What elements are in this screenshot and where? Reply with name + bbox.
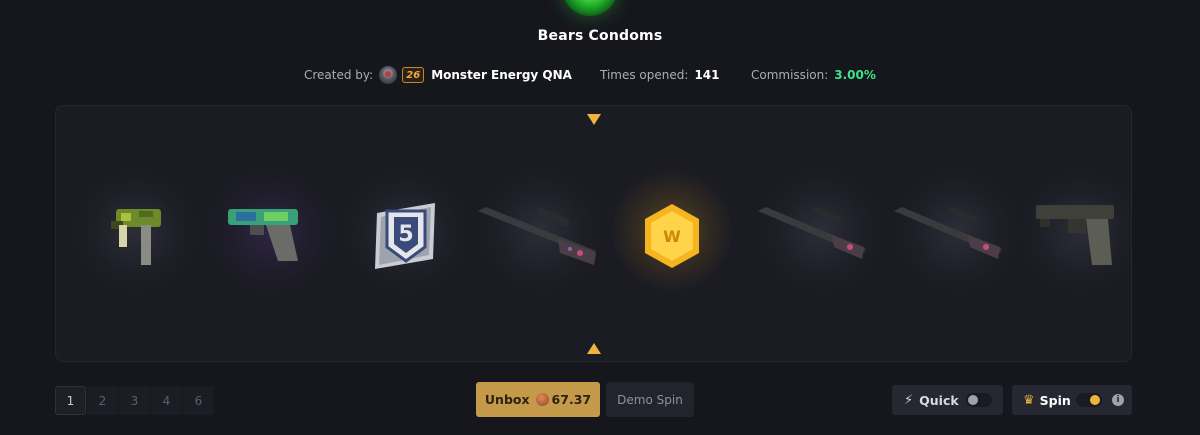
times-opened-label: Times opened:: [600, 68, 689, 82]
mac10-icon: [111, 209, 161, 265]
commission: Commission: 3.00%: [751, 66, 876, 84]
awp-icon: [894, 206, 1002, 259]
roller-item: [476, 161, 606, 301]
awp-icon: [478, 207, 596, 265]
roller-item: 5: [341, 161, 471, 301]
page-button-6[interactable]: 6: [183, 386, 214, 415]
case-title: Bears Condoms: [537, 28, 663, 44]
coin-icon: [535, 393, 549, 406]
crown-icon: ♛: [1023, 392, 1035, 408]
creator-name[interactable]: Monster Energy QNA: [431, 68, 572, 82]
unbox-price: 67.37: [551, 392, 592, 407]
unbox-label: Unbox: [484, 392, 530, 407]
info-icon[interactable]: i: [1112, 394, 1124, 406]
created-by: Created by: 26 Monster Energy QNA: [304, 66, 572, 84]
spin-label: Spin: [1039, 392, 1071, 408]
roller-item: W: [607, 161, 737, 301]
times-opened: Times opened: 141: [600, 66, 720, 84]
gold-w-coin-icon: W: [645, 204, 699, 268]
times-opened-value: 141: [694, 68, 720, 82]
unbox-button[interactable]: Unbox 67.37: [476, 382, 600, 417]
spin-toggle-knob: [1090, 395, 1100, 405]
awp-icon: [758, 206, 866, 259]
quick-toggle-knob: [968, 395, 978, 405]
roller-item: [206, 161, 336, 301]
quick-toggle-button[interactable]: ⚡ Quick: [892, 385, 1003, 415]
created-by-label: Created by:: [304, 68, 374, 82]
quick-label: Quick: [919, 392, 959, 408]
spin-toggle-button[interactable]: ♛ Spin i: [1012, 385, 1132, 415]
roller-item: [1016, 161, 1131, 301]
lightning-icon: ⚡: [904, 392, 914, 408]
page-button-2[interactable]: 2: [87, 386, 118, 415]
commission-value: 3.00%: [834, 68, 876, 82]
quick-toggle[interactable]: [966, 393, 992, 407]
glock-icon: [228, 209, 298, 261]
spin-toggle[interactable]: [1076, 393, 1102, 407]
case-meta: Created by: 26 Monster Energy QNA Times …: [0, 66, 1200, 84]
page-button-1[interactable]: 1: [55, 386, 86, 415]
roller-pointer-top-icon: [587, 114, 601, 125]
case-count-selector: 1 2 3 4 6: [55, 386, 215, 415]
commission-label: Commission:: [751, 68, 829, 82]
page-button-4[interactable]: 4: [151, 386, 182, 415]
cz75-icon: [1036, 205, 1114, 265]
roller-pointer-bottom-icon: [587, 343, 601, 354]
svg-text:5: 5: [398, 222, 413, 247]
demo-spin-button[interactable]: Demo Spin: [606, 382, 694, 417]
roller-item: [756, 161, 886, 301]
page-button-3[interactable]: 3: [119, 386, 150, 415]
roller-item: [71, 161, 201, 301]
case-image: [562, 0, 618, 16]
level-badge: 26: [402, 67, 425, 83]
silver-rank-badge-icon: 5: [375, 203, 435, 269]
roller-item: [892, 161, 1022, 301]
svg-text:W: W: [663, 227, 681, 246]
avatar[interactable]: [379, 66, 398, 84]
case-roller: 5 W: [55, 105, 1132, 362]
